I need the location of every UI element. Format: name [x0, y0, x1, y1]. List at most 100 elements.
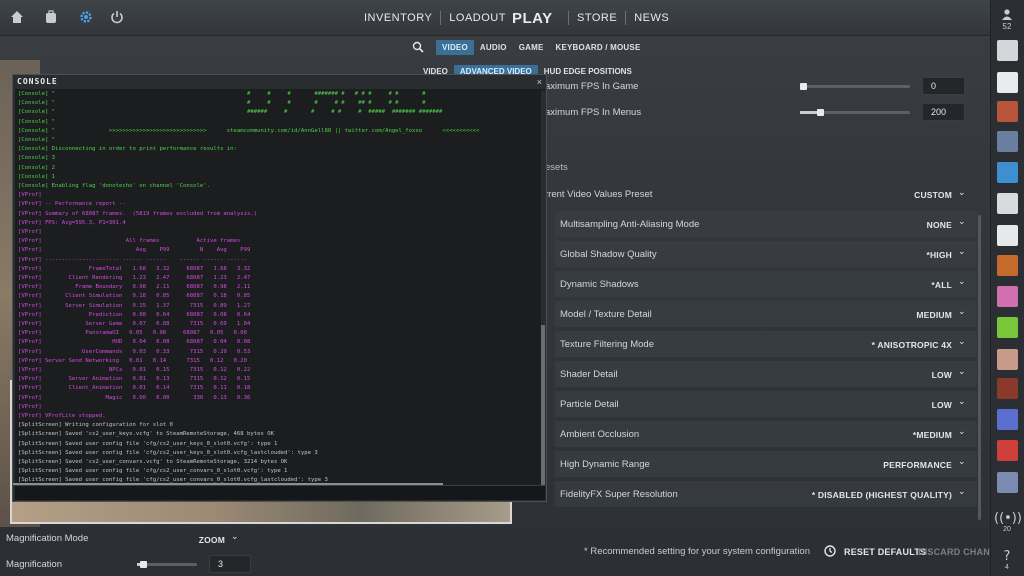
magnification-slider[interactable]: [137, 561, 197, 568]
console-input[interactable]: [15, 485, 545, 500]
option-value[interactable]: LOW: [760, 370, 952, 380]
fps-game-input[interactable]: 0: [922, 77, 965, 95]
friend-avatar[interactable]: [997, 440, 1018, 461]
friend-avatar[interactable]: [997, 409, 1018, 430]
friends-count[interactable]: 52: [995, 8, 1019, 34]
console-line: [VProf] Server Animation 0.01 0.13 7315 …: [18, 376, 251, 383]
search-icon[interactable]: [412, 40, 424, 53]
nav-separator: [440, 11, 442, 25]
console-line: [VProf] Server Simulation 0.15 1.37 7315…: [18, 302, 251, 309]
power-icon[interactable]: [108, 9, 126, 27]
console-line: [VProf] Server Send Networking 0.01 0.14…: [18, 357, 248, 364]
option-value[interactable]: *ALL: [760, 280, 952, 290]
console-line: [VProf] HUD 0.04 0.08 68087 0.04 0.08: [18, 339, 251, 346]
friend-avatar[interactable]: [997, 131, 1018, 152]
friend-avatar[interactable]: [997, 255, 1018, 276]
chevron-down-icon[interactable]: ⌄: [958, 277, 966, 287]
option-label: Texture Filtering Mode: [560, 339, 654, 350]
chevron-down-icon[interactable]: ⌄: [958, 427, 966, 437]
friend-avatar[interactable]: [997, 193, 1018, 214]
friend-avatar[interactable]: [997, 286, 1018, 307]
fps-menu-slider[interactable]: [800, 109, 910, 116]
console-line: [VProf] Magic 0.00 0.00 330 0.13 0.36: [18, 394, 251, 401]
console-line: [VProf] PanoramaUI 0.05 0.08 68087 0.05 …: [18, 330, 248, 337]
console-line: [SplitScreen] Saved user config file 'cf…: [18, 440, 278, 447]
magnification-input[interactable]: 3: [209, 555, 251, 573]
console-scrollbar-thumb[interactable]: [541, 325, 545, 485]
tab-keyboard-mouse[interactable]: KEYBOARD / MOUSE: [550, 40, 647, 55]
chevron-down-icon[interactable]: ⌄: [958, 337, 966, 347]
friend-avatar[interactable]: [997, 317, 1018, 338]
inventory-bag-icon[interactable]: [42, 9, 60, 27]
friend-avatar[interactable]: [997, 349, 1018, 370]
option-value[interactable]: PERFORMANCE: [760, 460, 952, 470]
top-bar: INVENTORY LOADOUT PLAY STORE NEWS: [0, 0, 990, 36]
option-label: Global Shadow Quality: [560, 249, 657, 260]
friend-avatar[interactable]: [997, 472, 1018, 493]
chevron-down-icon[interactable]: ⌄: [958, 217, 966, 227]
option-value[interactable]: * DISABLED (HIGHEST QUALITY): [760, 490, 952, 500]
magnification-mode-value[interactable]: ZOOM: [170, 535, 225, 545]
fps-game-slider[interactable]: [800, 83, 910, 90]
console-line: [VProf] Client Simulation 0.18 0.85 6808…: [18, 293, 251, 300]
fps-menu-slider-thumb[interactable]: [817, 109, 824, 116]
nav-loadout[interactable]: LOADOUT: [449, 12, 506, 24]
chevron-down-icon[interactable]: ⌄: [958, 397, 966, 407]
recommended-note: * Recommended setting for your system co…: [584, 546, 810, 557]
friend-avatar[interactable]: [997, 40, 1018, 61]
chevron-down-icon[interactable]: ⌄: [958, 247, 966, 257]
option-value[interactable]: * ANISOTROPIC 4X: [760, 340, 952, 350]
friend-avatar[interactable]: [997, 162, 1018, 183]
option-value[interactable]: NONE: [760, 220, 952, 230]
nav-inventory[interactable]: INVENTORY: [364, 12, 432, 24]
help-count[interactable]: ? 4: [994, 550, 1020, 572]
friend-avatar[interactable]: [997, 101, 1018, 122]
nav-separator: [568, 11, 569, 25]
friend-avatar[interactable]: [997, 378, 1018, 399]
console-line: [VProf] All frames Active frames: [18, 238, 241, 245]
option-value[interactable]: *HIGH: [760, 250, 952, 260]
friend-avatar[interactable]: [997, 72, 1018, 93]
chevron-down-icon[interactable]: ⌄: [958, 487, 966, 497]
preset-label: rrent Video Values Preset: [545, 189, 653, 200]
fps-game-slider-thumb[interactable]: [800, 83, 807, 90]
reset-defaults-button[interactable]: RESET DEFAULTS: [844, 547, 926, 557]
nav-store[interactable]: STORE: [577, 12, 617, 24]
broadcast-count-label: 20: [1003, 526, 1011, 533]
chevron-down-icon[interactable]: ⌄: [958, 457, 966, 467]
console-line: [Console] 1: [18, 173, 56, 180]
nav-play[interactable]: PLAY: [512, 10, 553, 27]
console-line: [SplitScreen] Saved user config file 'cf…: [18, 449, 318, 456]
option-value[interactable]: LOW: [760, 400, 952, 410]
option-label: Multisampling Anti-Aliasing Mode: [560, 219, 700, 230]
console-line: [VProf]: [18, 403, 42, 410]
fps-menu-input[interactable]: 200: [922, 103, 965, 121]
console-window[interactable]: CONSOLE × [Console] " # # # ####### # # …: [12, 74, 547, 502]
chevron-down-icon[interactable]: ⌄: [958, 367, 966, 377]
nav-news[interactable]: NEWS: [634, 12, 669, 24]
magnification-slider-thumb[interactable]: [140, 561, 147, 568]
console-line: [VProf]: [18, 229, 42, 235]
console-line: [VProf] ---------------------- ------ --…: [18, 256, 248, 263]
friend-avatar[interactable]: [997, 225, 1018, 246]
nav-separator: [625, 11, 627, 25]
preset-value[interactable]: CUSTOM: [860, 190, 952, 200]
console-title: CONSOLE: [13, 75, 546, 89]
option-value[interactable]: MEDIUM: [760, 310, 952, 320]
home-icon[interactable]: [8, 9, 26, 27]
subtab-hud-edge-positions[interactable]: HUD EDGE POSITIONS: [538, 65, 638, 78]
chevron-down-icon[interactable]: ⌄: [231, 532, 239, 542]
broadcast-count[interactable]: ((•)) 20: [994, 512, 1022, 534]
console-title-text: CONSOLE: [17, 77, 58, 86]
tab-game[interactable]: GAME: [513, 40, 550, 55]
settings-scrollbar[interactable]: [978, 215, 981, 520]
close-icon[interactable]: ×: [537, 75, 542, 89]
gear-icon[interactable]: [77, 9, 95, 27]
option-value[interactable]: *MEDIUM: [760, 430, 952, 440]
tab-audio[interactable]: AUDIO: [474, 40, 513, 55]
presets-section-heading: esets: [545, 162, 568, 173]
reset-icon[interactable]: [823, 544, 837, 558]
chevron-down-icon[interactable]: ⌄: [958, 307, 966, 317]
tab-video[interactable]: VIDEO: [436, 39, 474, 55]
chevron-down-icon[interactable]: ⌄: [958, 188, 966, 198]
